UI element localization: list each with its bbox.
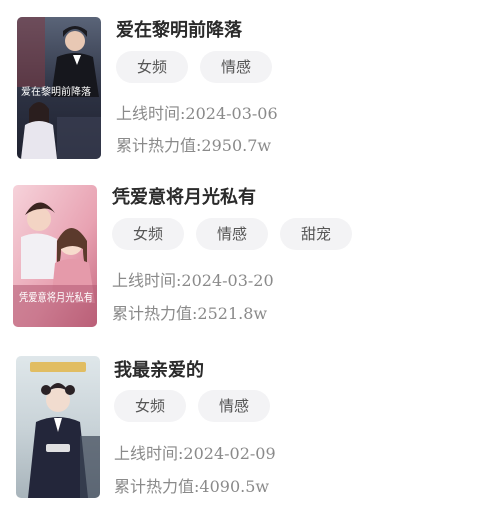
heat-value: 2950.7w — [201, 136, 272, 155]
drama-poster-image[interactable]: 爱在黎明前降落 — [17, 17, 101, 159]
heat-label: 累计热力值: — [114, 477, 200, 496]
tag-chip[interactable]: 甜宠 — [280, 218, 352, 250]
release-date: 2024-03-06 — [185, 104, 278, 123]
heat-value-line: 累计热力值:2950.7w — [116, 136, 271, 156]
drama-poster-image[interactable]: 凭爱意将月光私有 — [13, 185, 97, 327]
poster-title-text: 爱在黎明前降落 — [21, 85, 91, 98]
drama-title[interactable]: 凭爱意将月光私有 — [112, 187, 256, 209]
release-date: 2024-02-09 — [183, 444, 276, 463]
heat-label: 累计热力值: — [112, 304, 198, 323]
drama-card[interactable]: 凭爱意将月光私有 凭爱意将月光私有 女频 情感 甜宠 上线时间:2024-03-… — [0, 170, 499, 330]
tag-chip[interactable]: 女频 — [112, 218, 184, 250]
release-date-line: 上线时间:2024-02-09 — [114, 444, 276, 464]
release-label: 上线时间: — [114, 444, 184, 463]
heat-label: 累计热力值: — [116, 136, 202, 155]
tag-chip[interactable]: 情感 — [198, 390, 270, 422]
drama-title[interactable]: 我最亲爱的 — [114, 360, 204, 382]
tag-chip[interactable]: 情感 — [200, 51, 272, 83]
release-date: 2024-03-20 — [181, 271, 274, 290]
drama-card[interactable]: 我最亲爱的 女频 情感 上线时间:2024-02-09 累计热力值:4090.5… — [0, 342, 499, 502]
tag-chip[interactable]: 女频 — [114, 390, 186, 422]
drama-poster-image[interactable] — [16, 356, 100, 498]
tag-chip[interactable]: 女频 — [116, 51, 188, 83]
release-date-line: 上线时间:2024-03-06 — [116, 104, 278, 124]
tag-chip[interactable]: 情感 — [196, 218, 268, 250]
drama-card[interactable]: 爱在黎明前降落 爱在黎明前降落 女频 情感 上线时间:2024-03-06 累计… — [0, 0, 499, 160]
release-label: 上线时间: — [116, 104, 186, 123]
heat-value: 2521.8w — [197, 304, 268, 323]
heat-value-line: 累计热力值:4090.5w — [114, 477, 269, 497]
drama-title[interactable]: 爱在黎明前降落 — [116, 20, 242, 42]
release-label: 上线时间: — [112, 271, 182, 290]
drama-list: 爱在黎明前降落 爱在黎明前降落 女频 情感 上线时间:2024-03-06 累计… — [0, 0, 499, 512]
tag-list: 女频 情感 — [114, 390, 270, 422]
tag-list: 女频 情感 甜宠 — [112, 218, 352, 250]
tag-list: 女频 情感 — [116, 51, 272, 83]
poster-title-text: 凭爱意将月光私有 — [19, 290, 93, 304]
heat-value: 4090.5w — [199, 477, 270, 496]
release-date-line: 上线时间:2024-03-20 — [112, 271, 274, 291]
heat-value-line: 累计热力值:2521.8w — [112, 304, 267, 324]
